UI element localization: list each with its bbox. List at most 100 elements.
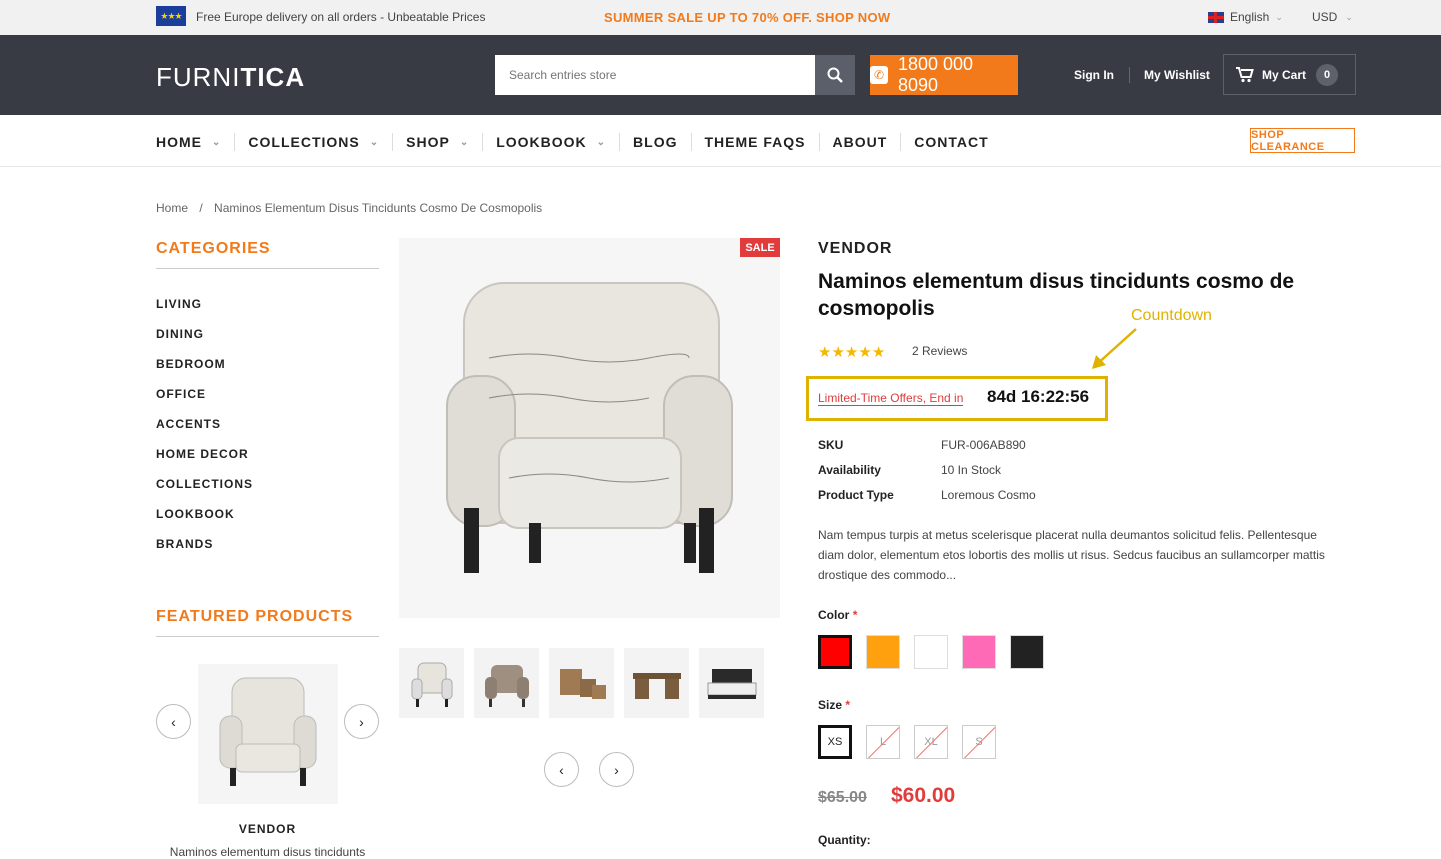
delivery-text: Free Europe delivery on all orders - Unb… <box>196 10 486 24</box>
color-swatch-red[interactable] <box>818 635 852 669</box>
product-description: Nam tempus turpis at metus scelerisque p… <box>818 528 1325 582</box>
category-item[interactable]: OFFICE <box>156 387 253 417</box>
breadcrumb-separator: / <box>199 201 203 215</box>
size-option-xl[interactable]: XL <box>914 725 948 759</box>
logo-bold-text: TICA <box>240 62 306 92</box>
nav-item-label: ABOUT <box>832 134 888 150</box>
product-main-image[interactable] <box>399 238 780 618</box>
top-bar: ★★★ Free Europe delivery on all orders -… <box>0 0 1441 35</box>
cart-icon <box>1236 66 1254 82</box>
cart-button[interactable]: My Cart 0 <box>1223 54 1356 95</box>
bed-thumb-icon <box>707 669 756 699</box>
thumbnail-sofa-chair[interactable] <box>474 648 539 718</box>
nav-item-collections[interactable]: COLLECTIONS ⌄ <box>234 133 392 151</box>
breadcrumb-home[interactable]: Home <box>156 201 188 215</box>
armchair-thumb-icon <box>411 662 452 707</box>
sale-banner-link[interactable]: SUMMER SALE UP TO 70% OFF. SHOP NOW <box>604 10 890 25</box>
thumbnail-bed[interactable] <box>699 648 764 718</box>
featured-next-button[interactable]: › <box>344 704 379 739</box>
offer-text: Limited-Time Offers, End in <box>818 391 964 406</box>
product-vendor: VENDOR <box>818 240 893 257</box>
nav-item-label: BLOG <box>633 134 678 150</box>
reviews-link[interactable]: 2 Reviews <box>912 344 967 358</box>
required-mark: * <box>845 698 851 712</box>
color-swatch-white[interactable] <box>914 635 948 669</box>
armchair-illustration <box>219 677 317 786</box>
color-swatch-orange[interactable] <box>866 635 900 669</box>
sign-in-link[interactable]: Sign In <box>1074 68 1114 82</box>
color-swatch-pink[interactable] <box>962 635 996 669</box>
gallery-next-button[interactable]: › <box>599 752 634 787</box>
color-swatch-black[interactable] <box>1010 635 1044 669</box>
chevron-down-icon: ⌄ <box>459 136 470 148</box>
nav-item-about[interactable]: ABOUT <box>818 133 901 151</box>
category-item[interactable]: LIVING <box>156 297 253 327</box>
phone-button[interactable]: ✆ 1800 000 8090 <box>870 54 1018 95</box>
uk-flag-icon <box>1208 11 1224 23</box>
search-input[interactable] <box>495 55 815 95</box>
featured-products-title: FEATURED PRODUCTS <box>156 608 354 625</box>
featured-product-name[interactable]: Naminos elementum disus tincidunts <box>156 845 379 859</box>
size-label: Size * <box>818 698 850 712</box>
nav-item-contact[interactable]: CONTACT <box>900 133 1001 151</box>
meta-row-sku: SKU FUR-006AB890 <box>818 438 1036 463</box>
size-option-s[interactable]: S <box>962 725 996 759</box>
nav-item-theme-faqs[interactable]: THEME FAQS <box>690 133 819 151</box>
featured-product-image[interactable] <box>198 664 338 804</box>
chevron-down-icon: ⌄ <box>1275 11 1283 22</box>
chevron-down-icon: ⌄ <box>212 136 222 148</box>
currency-label: USD <box>1312 10 1338 24</box>
meta-value: 10 In Stock <box>941 463 1002 477</box>
size-option-xs[interactable]: XS <box>818 725 852 759</box>
currency-selector[interactable]: USD ⌄ <box>1312 10 1353 24</box>
star-icon: ★ <box>818 344 832 361</box>
logo[interactable]: FURNITICA <box>156 62 305 93</box>
header-divider <box>1129 67 1130 83</box>
phone-number: 1800 000 8090 <box>897 54 974 95</box>
category-item[interactable]: DINING <box>156 327 253 357</box>
meta-key: Product Type <box>818 488 894 502</box>
quantity-label: Quantity: <box>818 833 871 847</box>
countdown-annotation-label: Countdown <box>1131 307 1212 324</box>
chevron-right-icon: › <box>614 761 619 778</box>
search-icon <box>827 67 843 83</box>
category-item[interactable]: ACCENTS <box>156 417 253 447</box>
nav-item-label: SHOP <box>406 134 450 150</box>
category-item[interactable]: COLLECTIONS <box>156 477 253 507</box>
divider <box>156 268 379 269</box>
breadcrumb: Home / Naminos Elementum Disus Tincidunt… <box>156 201 550 215</box>
star-icon: ★ <box>831 344 845 361</box>
language-selector[interactable]: English ⌄ <box>1208 10 1283 24</box>
meta-value: FUR-006AB890 <box>941 438 1026 452</box>
category-list: LIVING DINING BEDROOM OFFICE ACCENTS HOM… <box>156 297 253 567</box>
shop-clearance-button[interactable]: SHOP CLEARANCE <box>1250 128 1355 153</box>
meta-value: Loremous Cosmo <box>941 488 1036 502</box>
category-item[interactable]: LOOKBOOK <box>156 507 253 537</box>
size-option-l[interactable]: L <box>866 725 900 759</box>
wishlist-link[interactable]: My Wishlist <box>1144 68 1210 82</box>
category-item[interactable]: HOME DECOR <box>156 447 253 477</box>
nav-item-label: CONTACT <box>914 134 989 150</box>
thumbnail-armchair[interactable] <box>399 648 464 718</box>
rating-stars: ★★★★★ <box>818 343 885 361</box>
nav-item-shop[interactable]: SHOP ⌄ <box>392 133 482 151</box>
star-icon: ★ <box>858 344 872 361</box>
thumbnail-baskets[interactable] <box>549 648 614 718</box>
nav-item-blog[interactable]: BLOG <box>619 133 690 151</box>
breadcrumb-current: Naminos Elementum Disus Tincidunts Cosmo… <box>214 201 543 215</box>
chevron-down-icon: ⌄ <box>369 136 380 148</box>
language-label: English <box>1230 10 1270 24</box>
featured-prev-button[interactable]: ‹ <box>156 704 191 739</box>
search-button[interactable] <box>815 55 855 95</box>
star-icon: ★ <box>844 344 859 361</box>
required-mark: * <box>852 608 858 622</box>
nav-item-lookbook[interactable]: LOOKBOOK ⌄ <box>482 133 619 151</box>
gallery-prev-button[interactable]: ‹ <box>544 752 579 787</box>
star-icon: ★ <box>871 344 886 361</box>
nav-item-home[interactable]: HOME ⌄ <box>156 133 234 151</box>
sale-price: $60.00 <box>891 784 956 807</box>
product-meta: SKU FUR-006AB890 Availability 10 In Stock … <box>818 438 1036 513</box>
category-item[interactable]: BRANDS <box>156 537 253 567</box>
thumbnail-desk[interactable] <box>624 648 689 718</box>
category-item[interactable]: BEDROOM <box>156 357 253 387</box>
